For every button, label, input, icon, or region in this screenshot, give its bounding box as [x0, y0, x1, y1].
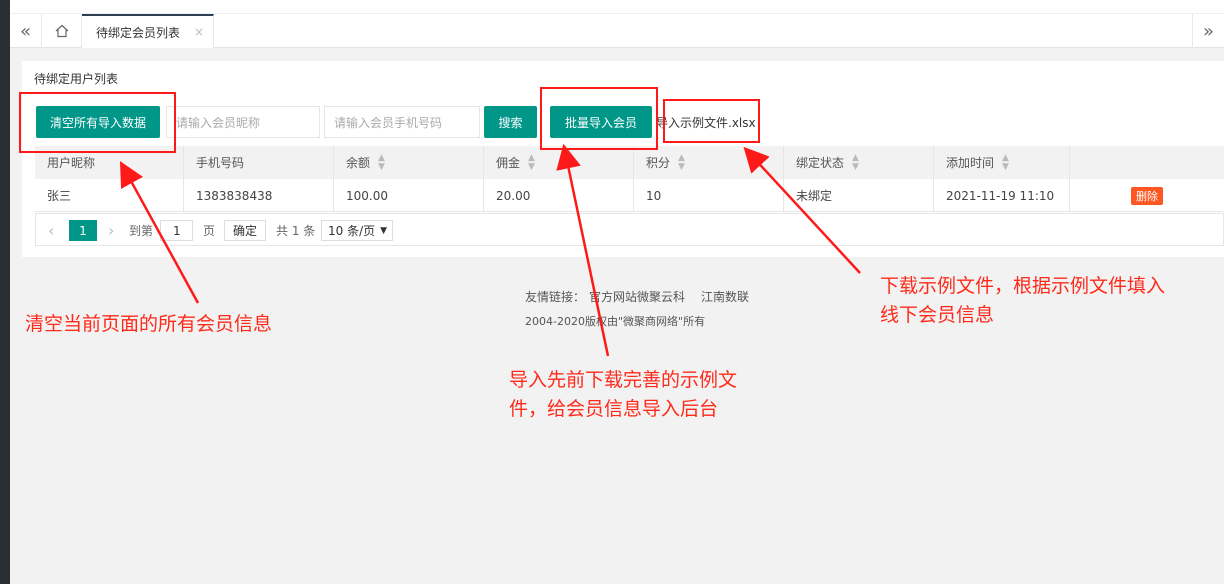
friend-link-jiangnan[interactable]: 江南数联	[701, 290, 749, 304]
total-count: 共 1 条	[276, 224, 316, 238]
sort-icon[interactable]: ▲ ▼	[378, 153, 385, 172]
annotation-clear-note: 清空当前页面的所有会员信息	[25, 313, 273, 335]
cell-nickname: 张三	[35, 179, 184, 212]
table-header-row: 用户昵称 手机号码 余额 ▲ ▼ 佣金 ▲ ▼ 积分 ▲ ▼ 绑定状态 ▲ ▼ 添加时间 ▲ ▼	[35, 146, 1224, 179]
column-header-phone: 手机号码	[184, 146, 334, 179]
tabs-scroll-right-icon[interactable]: »	[1192, 14, 1224, 48]
friend-link-official[interactable]: 官方网站微聚云科	[589, 290, 685, 304]
goto-page-input[interactable]: 1	[160, 220, 193, 241]
cell-actions: 删除	[1070, 179, 1224, 212]
page-number-current[interactable]: 1	[69, 220, 97, 241]
next-page-icon[interactable]: ›	[108, 214, 114, 247]
column-header-actions	[1070, 146, 1224, 179]
nickname-search-input[interactable]: 请输入会员昵称	[166, 106, 320, 138]
tab-pending-members[interactable]: 待绑定会员列表 ×	[82, 14, 214, 48]
annotation-sample-note-line1: 下载示例文件，根据示例文件填入	[880, 275, 1166, 297]
friend-links-label: 友情链接：	[525, 290, 586, 304]
column-header-commission[interactable]: 佣金 ▲ ▼	[484, 146, 634, 179]
chevron-down-icon: ▼	[380, 225, 388, 236]
table-row: 张三 1383838438 100.00 20.00 10 未绑定 2021-1…	[35, 179, 1224, 212]
highlight-clear-button	[19, 92, 176, 153]
sort-icon[interactable]: ▲ ▼	[678, 153, 685, 172]
cell-balance: 100.00	[334, 179, 484, 212]
goto-confirm-button[interactable]: 确定	[224, 220, 266, 241]
card-title: 待绑定用户列表	[34, 72, 119, 86]
pagination: ‹ 1 › 到第 1 页 确定 共 1 条 10 条/页 ▼	[35, 213, 1224, 246]
page-size-value: 10 条/页	[328, 224, 376, 238]
highlight-sample-link	[663, 99, 760, 143]
search-button[interactable]: 搜索	[484, 106, 537, 138]
tab-label: 待绑定会员列表	[96, 25, 181, 40]
page-size-select[interactable]: 10 条/页 ▼	[321, 220, 393, 241]
cell-status: 未绑定	[784, 179, 934, 212]
left-dark-strip	[0, 0, 10, 584]
member-table: 用户昵称 手机号码 余额 ▲ ▼ 佣金 ▲ ▼ 积分 ▲ ▼ 绑定状态 ▲ ▼ 添加时间 ▲ ▼ 张…	[35, 146, 1224, 212]
sort-icon[interactable]: ▲ ▼	[852, 153, 859, 172]
column-header-points[interactable]: 积分 ▲ ▼	[634, 146, 784, 179]
cell-points: 10	[634, 179, 784, 212]
home-icon[interactable]	[42, 14, 82, 48]
highlight-import-button	[540, 87, 658, 150]
cell-phone: 1383838438	[184, 179, 334, 212]
cell-commission: 20.00	[484, 179, 634, 212]
annotation-import-note-line2: 件，给会员信息导入后台	[509, 398, 719, 420]
cell-added-time: 2021-11-19 11:10	[934, 179, 1070, 212]
prev-page-icon[interactable]: ‹	[48, 214, 54, 247]
column-header-status[interactable]: 绑定状态 ▲ ▼	[784, 146, 934, 179]
annotation-sample-note-line2: 线下会员信息	[880, 304, 995, 326]
sort-icon[interactable]: ▲ ▼	[528, 153, 535, 172]
column-header-balance[interactable]: 余额 ▲ ▼	[334, 146, 484, 179]
tab-bar: « 待绑定会员列表 × »	[10, 14, 1224, 48]
delete-button[interactable]: 删除	[1131, 186, 1163, 205]
close-icon[interactable]: ×	[194, 25, 204, 39]
goto-suffix: 页	[203, 224, 216, 238]
top-bar	[10, 0, 1224, 14]
friend-links: 友情链接： 官方网站微聚云科 江南数联	[525, 288, 753, 305]
annotation-import-note-line1: 导入先前下载完善的示例文	[509, 369, 738, 391]
goto-prefix: 到第	[129, 224, 154, 238]
tabs-scroll-left-icon[interactable]: «	[10, 14, 42, 48]
home-icon-glyph	[55, 24, 68, 38]
phone-search-input[interactable]: 请输入会员手机号码	[324, 106, 480, 138]
sort-icon[interactable]: ▲ ▼	[1002, 153, 1009, 172]
copyright: 2004-2020版权由"微聚商网络"所有	[525, 315, 706, 328]
column-header-added-time[interactable]: 添加时间 ▲ ▼	[934, 146, 1070, 179]
